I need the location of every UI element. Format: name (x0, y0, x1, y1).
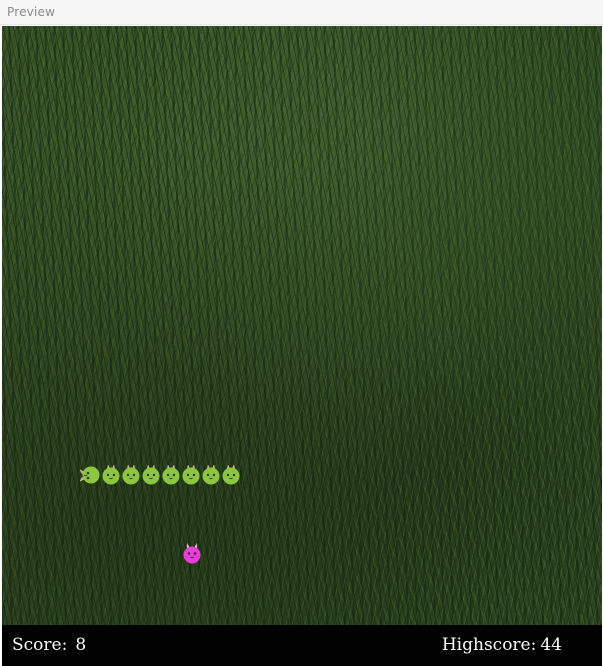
score-label: Score: (12, 635, 68, 655)
snake-body-icon (202, 465, 220, 485)
snake-body-segment (121, 465, 141, 485)
game-board[interactable] (2, 26, 602, 625)
preview-header: Preview (0, 0, 603, 25)
highscore-label: Highscore: (441, 635, 537, 655)
snake-body-icon (142, 465, 160, 485)
score-value: 8 (75, 635, 87, 655)
snake-body-icon (102, 465, 120, 485)
snake-body-segment (141, 465, 161, 485)
grass-background (2, 26, 602, 625)
snake-head-icon (80, 466, 100, 484)
snake-body-segment (101, 465, 121, 485)
snake-body-icon (182, 465, 200, 485)
score-bar: Score: 8 Highscore: 44 (2, 625, 602, 666)
snake-body-segment (181, 465, 201, 485)
snake-body-segment (221, 465, 241, 485)
score-display: Score: 8 (12, 635, 86, 655)
snake-head (80, 465, 100, 485)
snake-body-icon (162, 465, 180, 485)
food-bunny (181, 543, 203, 565)
snake-body-segment (201, 465, 221, 485)
snake-body-icon (222, 465, 240, 485)
highscore-value: 44 (540, 635, 562, 655)
preview-window: Preview Score: 8 Highscore: 44 (0, 0, 603, 666)
snake-body-icon (122, 465, 140, 485)
preview-title: Preview (7, 5, 56, 19)
bunny-food-icon (183, 543, 201, 564)
highscore-display: Highscore: 44 (442, 635, 562, 655)
snake-body-segment (161, 465, 181, 485)
